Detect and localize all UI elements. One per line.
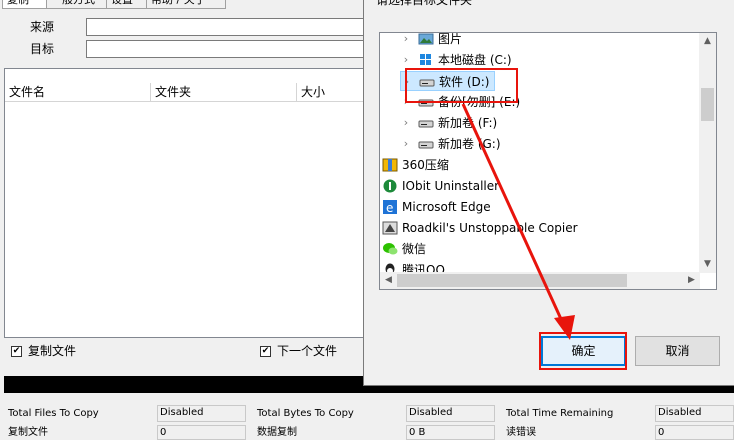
annotation-arrow bbox=[461, 103, 575, 340]
